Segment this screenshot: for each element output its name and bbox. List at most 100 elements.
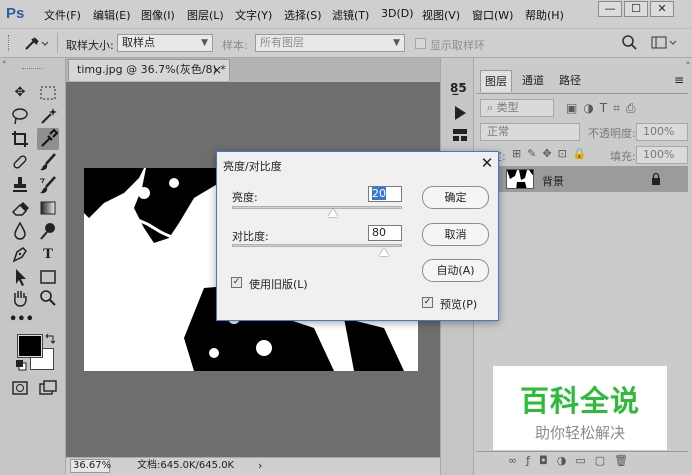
eyedropper-preset-icon[interactable]: [20, 34, 50, 52]
menu-layer[interactable]: 图层(L): [187, 7, 224, 23]
document-info: 文档:645.0K/645.0K: [137, 460, 235, 471]
watermark-title: 百科全说: [519, 384, 640, 418]
fill-label: 填充:: [610, 150, 636, 163]
menu-3d[interactable]: 3D(D): [381, 7, 414, 20]
search-icon: ⌕: [487, 101, 494, 114]
tab-channels[interactable]: 通道: [516, 70, 550, 92]
swap-colors-icon[interactable]: [44, 333, 56, 345]
collapse-arrows-icon[interactable]: »: [476, 59, 690, 67]
close-window-button[interactable]: ✕: [650, 1, 674, 17]
sample-select[interactable]: 所有图层 ▼: [255, 34, 405, 52]
blend-mode-select[interactable]: 正常: [480, 123, 580, 141]
history-brush-tool-icon[interactable]: [37, 174, 59, 196]
zoom-field[interactable]: 36.67%: [70, 459, 111, 473]
foreground-color-swatch[interactable]: [17, 334, 43, 358]
fill-field[interactable]: 100%: [636, 146, 688, 164]
menu-filter[interactable]: 滤镜(T): [332, 7, 369, 23]
move-tool-icon[interactable]: ✥: [9, 82, 31, 104]
sample-label: 样本:: [222, 39, 248, 52]
brightness-label: 亮度:: [232, 191, 258, 204]
separator: [57, 33, 58, 53]
contrast-slider-track[interactable]: [232, 244, 402, 247]
brightness-slider-thumb[interactable]: [328, 209, 338, 217]
magic-wand-tool-icon[interactable]: [37, 105, 59, 127]
divider: [476, 93, 688, 94]
brightness-value: 20: [372, 187, 386, 200]
brightness-slider-track[interactable]: [232, 206, 402, 209]
sample-size-select[interactable]: 取样点 ▼: [117, 34, 213, 52]
menu-window[interactable]: 窗口(W): [472, 7, 513, 23]
layer-actions-icons[interactable]: ∞ƒ◘◑▭▢🗑: [508, 453, 678, 469]
eyedropper-tool-icon[interactable]: [37, 128, 59, 150]
use-legacy-checkbox[interactable]: ✓: [231, 277, 242, 288]
menu-help[interactable]: 帮助(H): [525, 7, 564, 23]
blur-tool-icon[interactable]: [9, 220, 31, 242]
opacity-label: 不透明度:: [588, 127, 636, 140]
sample-size-value: 取样点: [122, 36, 155, 49]
sample-size-label: 取样大小:: [66, 39, 114, 52]
ok-button[interactable]: 确定: [422, 186, 489, 209]
path-select-tool-icon[interactable]: [9, 266, 31, 288]
show-ring-checkbox[interactable]: [415, 38, 426, 49]
dodge-tool-icon[interactable]: [37, 220, 59, 242]
dialog-close-icon[interactable]: ✕: [478, 153, 496, 173]
hand-tool-icon[interactable]: [9, 287, 31, 309]
grip-handle[interactable]: [8, 35, 11, 51]
contrast-input[interactable]: 80: [368, 225, 402, 241]
contrast-slider-thumb[interactable]: [379, 248, 389, 256]
pen-tool-icon[interactable]: [9, 243, 31, 265]
crop-tool-icon[interactable]: [9, 128, 31, 150]
brightness-input[interactable]: 20: [368, 186, 402, 202]
opacity-field[interactable]: 100%: [636, 123, 688, 141]
tab-paths[interactable]: 路径: [554, 70, 586, 92]
properties-panel-icon[interactable]: [450, 126, 470, 144]
tab-layers[interactable]: 图层: [480, 70, 512, 92]
menu-type[interactable]: 文字(Y): [235, 7, 272, 23]
more-tools-icon[interactable]: •••: [9, 309, 34, 331]
preview-checkbox[interactable]: ✓: [422, 297, 433, 308]
workspace-icon[interactable]: [650, 34, 680, 52]
grip-handle[interactable]: [22, 68, 42, 71]
maximize-button[interactable]: ☐: [624, 1, 648, 17]
gradient-tool-icon[interactable]: [37, 197, 59, 219]
rectangle-tool-icon[interactable]: [37, 266, 59, 288]
brush-tool-icon[interactable]: [37, 151, 59, 173]
minimize-button[interactable]: —: [598, 1, 622, 17]
stamp-tool-icon[interactable]: [9, 174, 31, 196]
screen-mode-icon[interactable]: [37, 377, 59, 399]
zoom-tool-icon[interactable]: [37, 287, 59, 309]
lasso-tool-icon[interactable]: [9, 105, 31, 127]
search-icon[interactable]: [620, 34, 638, 52]
default-colors-icon[interactable]: [15, 359, 27, 371]
menu-select[interactable]: 选择(S): [284, 7, 322, 23]
panel-menu-icon[interactable]: ≡: [674, 74, 686, 86]
quick-mask-icon[interactable]: [9, 377, 31, 399]
info-panel-icon[interactable]: 8̲5: [450, 80, 470, 96]
menu-edit[interactable]: 编辑(E): [93, 7, 131, 23]
auto-button[interactable]: 自动(A): [422, 259, 489, 282]
layer-thumbnail: [506, 169, 534, 189]
sample-value: 所有图层: [260, 36, 304, 49]
filter-kind-select[interactable]: ⌕ 类型: [480, 99, 554, 117]
menu-view[interactable]: 视图(V): [422, 7, 460, 23]
type-tool-icon[interactable]: T: [37, 243, 59, 265]
healing-brush-tool-icon[interactable]: [9, 151, 31, 173]
play-actions-icon[interactable]: [450, 104, 470, 122]
menu-image[interactable]: 图像(I): [141, 7, 175, 23]
menu-file[interactable]: 文件(F): [44, 7, 81, 23]
layer-filter-icons[interactable]: ▣◑T⌗⎙: [566, 99, 666, 117]
show-ring-label: 显示取样环: [430, 39, 485, 52]
chevron-down-icon: ▼: [393, 38, 400, 48]
chevron-down-icon: ▼: [201, 38, 208, 48]
divider: [476, 451, 688, 452]
marquee-tool-icon[interactable]: [37, 82, 59, 104]
status-bar: [66, 457, 440, 475]
use-legacy-label: 使用旧版(L): [249, 278, 308, 291]
lock-icons[interactable]: ⊞✎✥⊡🔒: [512, 146, 604, 162]
close-tab-icon[interactable]: ×: [212, 62, 224, 78]
cancel-button[interactable]: 取消: [422, 223, 489, 246]
collapse-arrows-icon[interactable]: «: [2, 58, 64, 66]
document-tab[interactable]: timg.jpg @ 36.7%(灰色/8) *: [68, 59, 230, 81]
status-menu-arrow[interactable]: ›: [258, 459, 262, 473]
eraser-tool-icon[interactable]: [9, 197, 31, 219]
